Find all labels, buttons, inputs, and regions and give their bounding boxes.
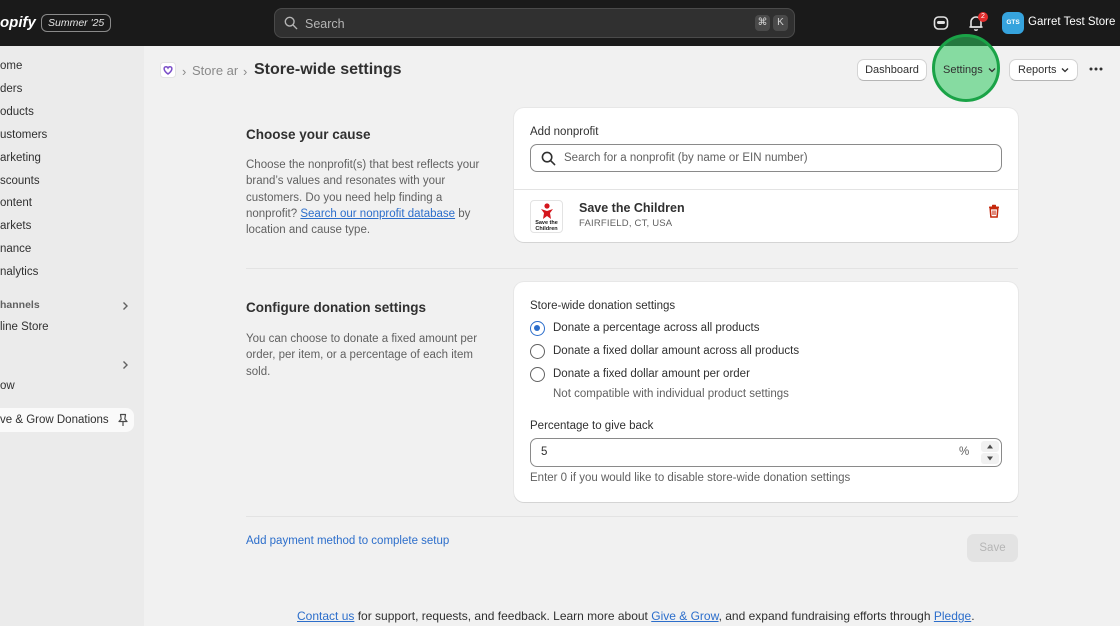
sidebar-channels-heading[interactable]: hannels [0,299,40,311]
breadcrumb-previous[interactable]: Store and [192,63,238,78]
donation-section-description: You can choose to donate a fixed amount … [246,333,478,378]
caret-down-icon [987,456,993,461]
settings-button[interactable]: Settings [935,59,1001,81]
section-divider [246,516,1018,517]
pin-icon[interactable] [117,413,129,427]
nonprofit-name: Save the Children [579,201,685,215]
radio-percentage-label[interactable]: Donate a percentage across all products [553,322,759,334]
store-avatar[interactable]: GTS [1002,12,1024,34]
sidebar-item-content[interactable]: ontent [0,197,32,209]
give-grow-link[interactable]: Give & Grow [651,609,718,623]
chevron-right-icon[interactable] [120,360,130,370]
donation-section-title: Configure donation settings [246,300,426,315]
sidekick-icon[interactable] [932,14,950,32]
dashboard-button[interactable]: Dashboard [857,59,927,81]
sidebar-item-customers[interactable]: ustomers [0,129,47,141]
cause-section-description: Choose the nonprofit(s) that best reflec… [246,157,486,238]
sidebar-item-online-store[interactable]: line Store [0,321,49,333]
notification-badge: 2 [978,12,988,22]
search-icon [541,151,556,166]
save-the-children-logo: Save the Children [530,200,563,233]
nonprofit-database-link[interactable]: Search our nonprofit database [300,208,455,220]
percentage-suffix: % [959,446,970,458]
breadcrumb-separator: › [182,64,187,79]
percentage-help-text: Enter 0 if you would like to disable sto… [530,472,851,484]
page-title: Store-wide settings [254,61,402,78]
support-text: for support, requests, and feedback. Lea… [354,609,652,623]
sidebar-item-give-grow-donations[interactable]: ve & Grow Donations [0,408,134,432]
sidebar: ome ders oducts ustomers arketing scount… [0,46,144,626]
shortcut-key-k: K [773,15,788,31]
contact-us-link[interactable]: Contact us [297,609,354,623]
trash-icon[interactable] [988,204,1000,218]
add-payment-method-link[interactable]: Add payment method to complete setup [246,535,449,547]
search-placeholder: Search [305,17,345,31]
pledge-link[interactable]: Pledge [934,609,971,623]
sidebar-item-analytics[interactable]: nalytics [0,266,38,278]
sidebar-item-marketing[interactable]: arketing [0,152,41,164]
search-icon [284,16,298,30]
cause-section-title: Choose your cause [246,127,371,142]
support-text: , and expand fundraising efforts through [718,609,934,623]
percentage-stepper [981,441,999,464]
nonprofit-search-placeholder: Search for a nonprofit (by name or EIN n… [564,152,808,164]
increment-button[interactable] [981,441,999,452]
support-text: . [971,609,975,623]
sidebar-item-finance[interactable]: nance [0,243,31,255]
store-name[interactable]: Garret Test Store [1028,16,1115,28]
percentage-value: 5 [541,446,548,458]
settings-button-label: Settings [943,64,983,76]
radio-fixed-all-products[interactable] [530,344,545,359]
logo-text: Save the Children [535,220,558,232]
percentage-input[interactable]: 5 % [530,438,1002,467]
save-button[interactable]: Save [967,534,1018,562]
brand-logo[interactable]: opify [0,14,36,31]
chevron-down-icon [1061,68,1069,73]
sidebar-item-products[interactable]: oducts [0,106,34,118]
sidebar-item-home[interactable]: ome [0,60,22,72]
app-heart-icon[interactable] [160,62,176,78]
option-help-text: Not compatible with individual product s… [553,388,789,400]
shortcut-key-cmd: ⌘ [755,15,770,31]
charity-emblem-icon [541,203,553,219]
donation-settings-card: Store-wide donation settings Donate a pe… [514,282,1018,502]
sidebar-item-discounts[interactable]: scounts [0,175,40,187]
sidebar-item-orders[interactable]: ders [0,83,22,95]
radio-fixed-all-label[interactable]: Donate a fixed dollar amount across all … [553,345,799,357]
dashboard-button-label: Dashboard [865,64,919,76]
breadcrumb-separator: › [243,64,248,79]
sidebar-item-markets[interactable]: arkets [0,220,31,232]
radio-fixed-order-label[interactable]: Donate a fixed dollar amount per order [553,368,750,380]
sidebar-app-label: ve & Grow Donations [0,414,109,426]
nonprofit-location: FAIRFIELD, CT, USA [579,218,673,229]
add-nonprofit-label: Add nonprofit [530,126,599,138]
card-divider [514,189,1018,190]
reports-button-label: Reports [1018,64,1057,76]
decrement-button[interactable] [981,453,999,464]
chevron-right-icon[interactable] [120,301,130,311]
store-wide-donation-label: Store-wide donation settings [530,300,676,312]
section-divider [246,268,1018,269]
global-search[interactable]: Search ⌘ K [274,8,795,38]
caret-up-icon [987,444,993,449]
sidebar-item-app[interactable]: ow [0,380,15,392]
radio-percentage-all-products[interactable] [530,321,545,336]
support-footer: Contact us for support, requests, and fe… [297,609,975,623]
nonprofit-card: Add nonprofit Search for a nonprofit (by… [514,108,1018,242]
radio-fixed-per-order[interactable] [530,367,545,382]
chevron-down-icon [988,68,996,73]
percentage-label: Percentage to give back [530,420,654,432]
nonprofit-search-input[interactable]: Search for a nonprofit (by name or EIN n… [530,144,1002,172]
more-actions-icon[interactable] [1088,63,1104,75]
reports-button[interactable]: Reports [1009,59,1078,81]
edition-badge[interactable]: Summer '25 [41,14,112,32]
